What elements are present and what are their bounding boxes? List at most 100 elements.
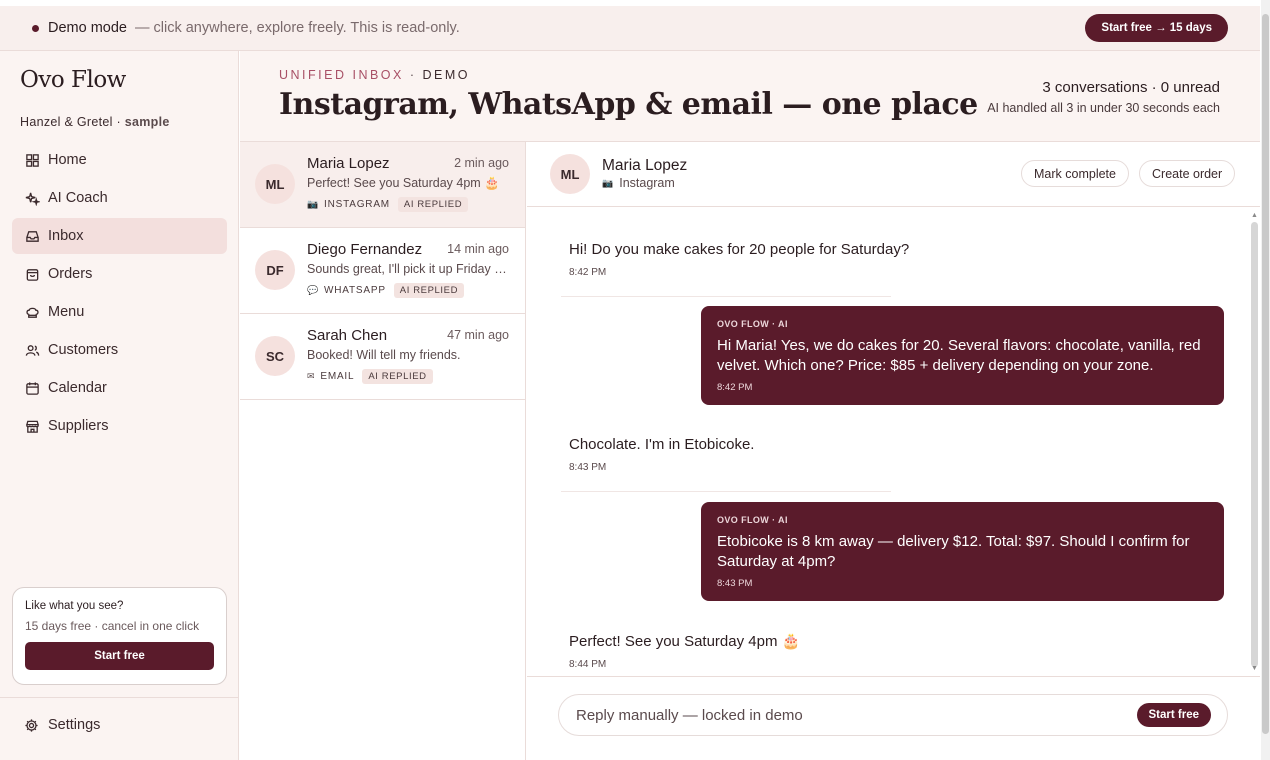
message-time: 14 min ago (447, 242, 509, 256)
message-list: Hi! Do you make cakes for 20 people for … (527, 208, 1260, 676)
message-divider (561, 491, 891, 492)
incoming-message: Chocolate. I'm in Etobicoke. 8:43 PM (569, 436, 754, 473)
sidebar-item-label: Menu (48, 304, 85, 320)
contact-name: Maria Lopez (307, 155, 390, 172)
sidebar-item-calendar[interactable]: Calendar (12, 370, 227, 406)
instagram-icon: 📷 (307, 199, 320, 209)
settings-label: Settings (48, 717, 101, 733)
workspace-label: Hanzel & Gretel · sample (20, 115, 170, 129)
composer-area: Reply manually — locked in demo Start fr… (527, 676, 1260, 760)
conversation-item-diego-fernandez[interactable]: DF Diego Fernandez 14 min ago Sounds gre… (240, 228, 525, 314)
kicker-separator: · (403, 68, 423, 82)
ai-reply-message: OVO FLOW · AI Hi Maria! Yes, we do cakes… (701, 306, 1224, 405)
sidebar-item-home[interactable]: Home (12, 142, 227, 178)
users-icon (24, 342, 40, 358)
sidebar-item-settings[interactable]: Settings (24, 717, 100, 733)
grid-icon (24, 152, 40, 168)
brand-logo[interactable]: Ovo Flow (20, 67, 126, 93)
store-icon (24, 418, 40, 434)
channel-tag: 💬 WHATSAPP (307, 285, 386, 296)
workspace-name: Hanzel & Gretel (20, 115, 113, 129)
message-text: Hi! Do you make cakes for 20 people for … (569, 241, 910, 258)
channel-tag: 📷 INSTAGRAM (307, 199, 390, 210)
message-text: Hi Maria! Yes, we do cakes for 20. Sever… (717, 337, 1201, 374)
reply-input[interactable]: Reply manually — locked in demo Start fr… (558, 694, 1228, 736)
sidebar-divider (0, 697, 238, 698)
sidebar-item-label: Customers (48, 342, 119, 358)
thread-scrollbar[interactable]: ▲ ▼ (1249, 212, 1260, 672)
chef-hat-icon (24, 304, 40, 320)
message-preview: Booked! Will tell my friends. (307, 348, 461, 362)
promo-start-free-button[interactable]: Start free (25, 642, 214, 670)
email-icon: ✉ (307, 371, 316, 381)
create-order-button[interactable]: Create order (1139, 160, 1236, 187)
page-kicker: UNIFIED INBOX · DEMO (279, 68, 470, 82)
ai-handled-summary: AI handled all 3 in under 30 seconds eac… (987, 101, 1220, 115)
mark-complete-button[interactable]: Mark complete (1021, 160, 1129, 187)
ai-replied-badge: AI REPLIED (362, 369, 433, 384)
sidebar-item-ai-coach[interactable]: AI Coach (12, 180, 227, 216)
conversation-item-maria-lopez[interactable]: ML Maria Lopez 2 min ago Perfect! See yo… (240, 142, 525, 228)
incoming-message: Hi! Do you make cakes for 20 people for … (569, 241, 909, 278)
ai-replied-badge: AI REPLIED (397, 197, 469, 212)
workspace-separator: · (112, 115, 125, 129)
thread-channel: 📷 Instagram (602, 176, 675, 190)
conversation-item-sarah-chen[interactable]: SC Sarah Chen 47 min ago Booked! Will te… (240, 314, 525, 400)
thread-header: ML Maria Lopez 📷 Instagram Mark complete … (527, 142, 1260, 207)
instagram-icon: 📷 (602, 177, 614, 188)
message-timestamp: 8:44 PM (569, 659, 607, 670)
whatsapp-icon: 💬 (307, 285, 320, 295)
sidebar-item-orders[interactable]: Orders (12, 256, 227, 292)
sidebar-item-label: Suppliers (48, 418, 109, 434)
scroll-down-icon[interactable]: ▼ (1251, 665, 1258, 672)
conversation-tags: 📷 INSTAGRAM AI REPLIED (307, 197, 469, 212)
page-scrollbar[interactable] (1261, 0, 1270, 760)
upgrade-promo-card: Like what you see? 15 days free · cancel… (12, 587, 227, 685)
message-divider (561, 296, 891, 297)
page-title: Instagram, WhatsApp & email — one place (279, 87, 978, 122)
composer-start-free-button[interactable]: Start free (1136, 703, 1211, 727)
contact-name: Diego Fernandez (307, 241, 423, 258)
message-text: Etobicoke is 8 km away — delivery $12. T… (717, 533, 1190, 570)
avatar: ML (255, 164, 295, 204)
message-text: Chocolate. I'm in Etobicoke. (569, 436, 755, 453)
page-header: UNIFIED INBOX · DEMO Instagram, WhatsApp… (240, 51, 1260, 142)
demo-mode-label: Demo mode (48, 20, 127, 36)
sidebar-item-menu[interactable]: Menu (12, 294, 227, 330)
kicker-label: UNIFIED INBOX (279, 68, 404, 82)
ai-sender-label: OVO FLOW · AI (717, 515, 788, 525)
sidebar-item-label: Home (48, 152, 87, 168)
ai-replied-badge: AI REPLIED (393, 283, 465, 298)
scroll-up-icon[interactable]: ▲ (1251, 212, 1258, 219)
sparkle-icon (24, 190, 40, 206)
scrollbar-thumb[interactable] (1251, 222, 1258, 667)
message-timestamp: 8:42 PM (717, 382, 753, 393)
sidebar-item-customers[interactable]: Customers (12, 332, 227, 368)
gear-icon (25, 718, 38, 732)
message-preview: Perfect! See you Saturday 4pm 🎂 (307, 176, 500, 190)
sidebar-item-label: Orders (48, 266, 93, 282)
conversation-tags: ✉ EMAIL AI REPLIED (307, 369, 433, 384)
promo-subtitle: 15 days free · cancel in one click (25, 619, 200, 633)
bag-icon (24, 266, 40, 282)
sidebar-item-inbox[interactable]: Inbox (12, 218, 227, 254)
ai-reply-message: OVO FLOW · AI Etobicoke is 8 km away — d… (701, 502, 1224, 601)
avatar: DF (255, 250, 295, 290)
start-free-trial-button[interactable]: Start free → 15 days (1085, 14, 1228, 42)
page-scrollbar-thumb[interactable] (1262, 14, 1269, 734)
demo-dot-icon (32, 24, 39, 32)
sidebar-nav: Home AI Coach Inbox Orders Menu Customer… (12, 142, 227, 446)
message-time: 47 min ago (447, 328, 509, 342)
avatar: ML (550, 154, 590, 194)
reply-placeholder: Reply manually — locked in demo (576, 706, 803, 724)
channel-label: INSTAGRAM (324, 199, 390, 210)
channel-label: EMAIL (320, 371, 355, 382)
sidebar-item-suppliers[interactable]: Suppliers (12, 408, 227, 444)
inbox-icon (24, 228, 40, 244)
sidebar-item-label: AI Coach (48, 190, 108, 206)
inbox-stats: 3 conversations · 0 unread AI handled al… (987, 79, 1220, 115)
contact-name: Sarah Chen (307, 327, 388, 344)
demo-message: — click anywhere, explore freely. This i… (134, 20, 460, 36)
sidebar-item-label: Inbox (48, 228, 84, 244)
message-time: 2 min ago (454, 156, 509, 170)
